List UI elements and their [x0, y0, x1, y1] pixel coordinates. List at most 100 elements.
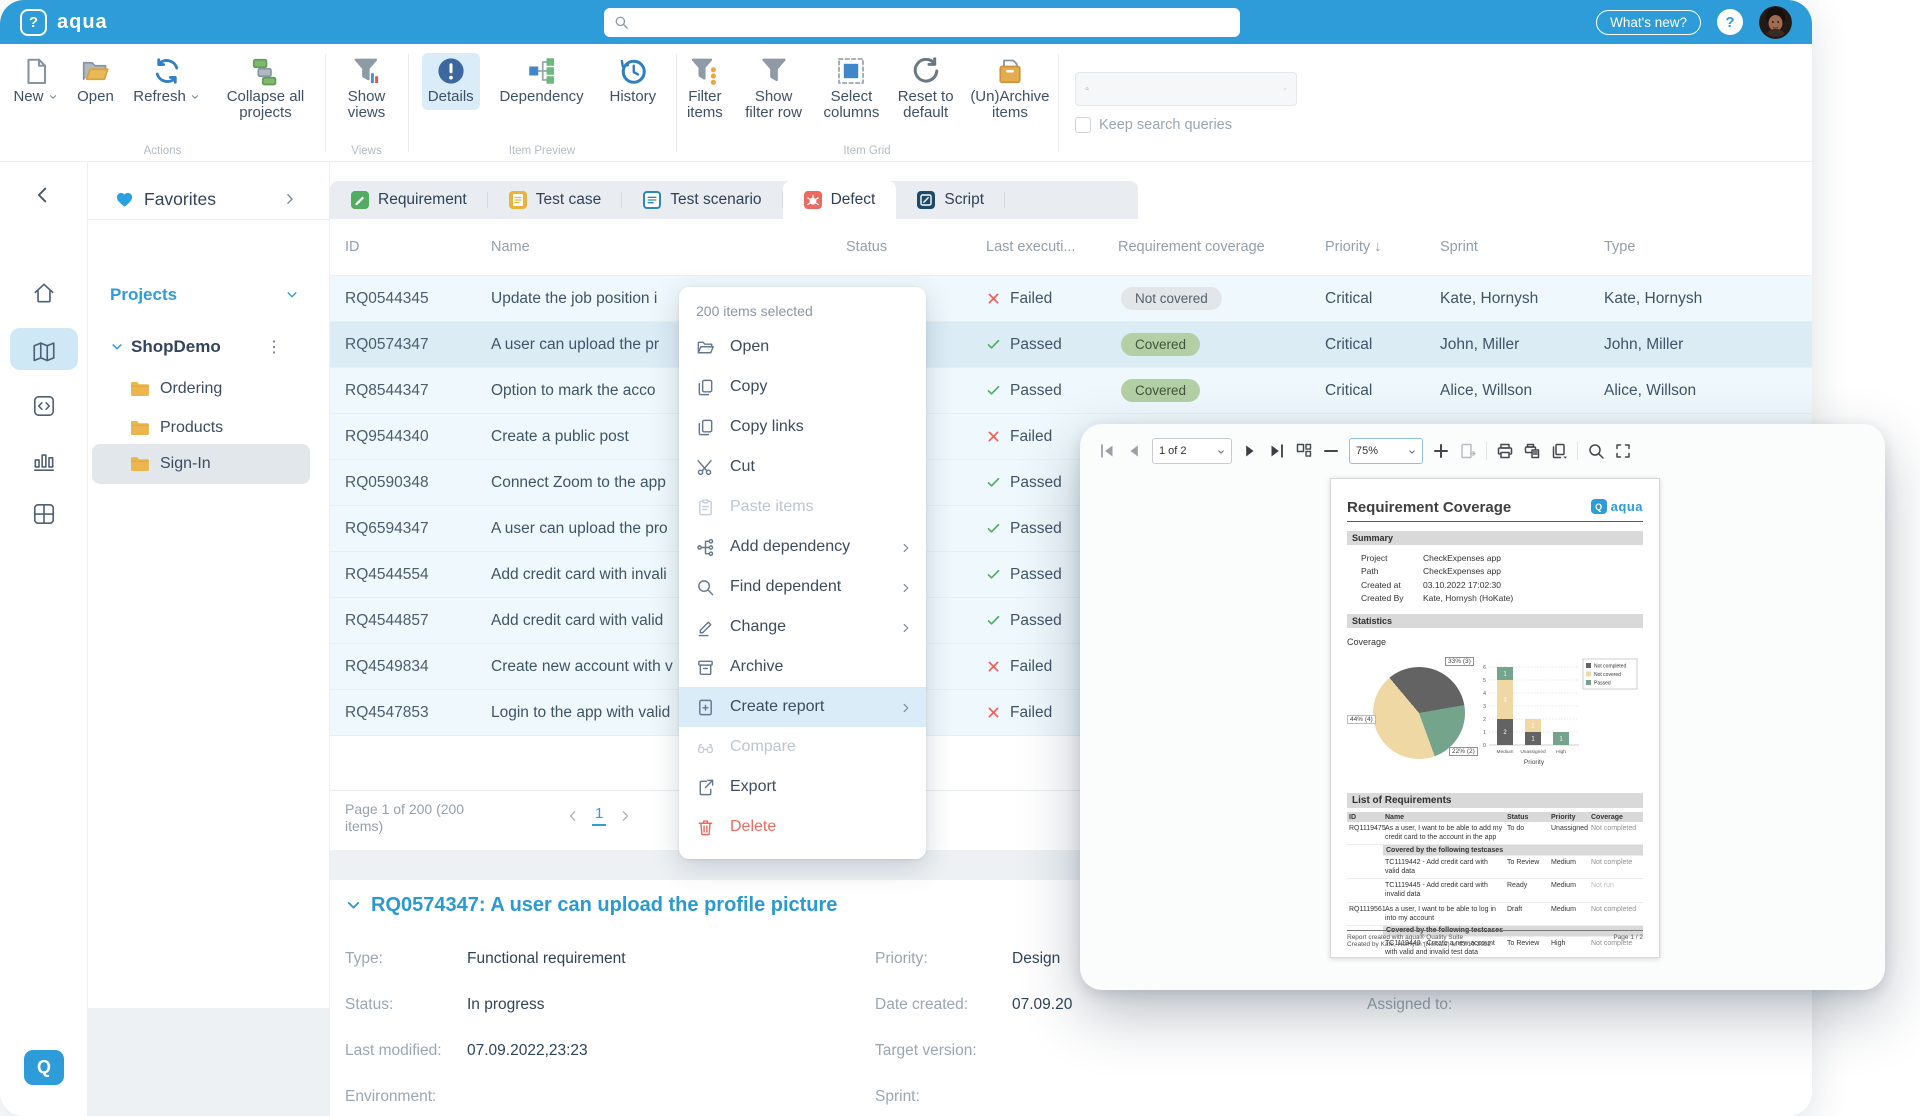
report-page-indicator: Page 1 / 2	[1613, 934, 1643, 941]
tab-test-scenario[interactable]: Test scenario	[622, 181, 783, 219]
chevron-down-icon[interactable]	[110, 340, 124, 354]
cell-sprint: Alice, Willson	[1440, 381, 1533, 399]
select-columns-icon	[836, 56, 866, 86]
table-row[interactable]: RQ8544347 Option to mark the acco Passed Co…	[330, 368, 1812, 414]
w-last-icon[interactable]	[1268, 442, 1286, 460]
column-header-type[interactable]: Type	[1604, 239, 1812, 255]
execution-result-label: Failed	[1010, 657, 1053, 675]
ribbon-item-details[interactable]: Details	[421, 53, 480, 110]
w-full-icon[interactable]	[1614, 442, 1632, 460]
rail-item-modules[interactable]	[31, 501, 57, 527]
column-header-sprint[interactable]: Sprint	[1440, 239, 1604, 255]
tab-script[interactable]: Script	[896, 181, 1005, 219]
ribbon-item-show-filter-row[interactable]: Show filter row	[734, 53, 814, 126]
menu-item-cut[interactable]: Cut	[679, 447, 926, 487]
column-header-status[interactable]: Status	[846, 239, 986, 255]
tree-node-ordering[interactable]: Ordering	[92, 369, 310, 409]
page-number[interactable]: 1	[592, 805, 607, 826]
ribbon-item-select-columns[interactable]: Select columns	[813, 53, 889, 126]
w-print-icon[interactable]	[1496, 442, 1514, 460]
rail-item-code-box[interactable]	[31, 393, 57, 419]
whats-new-button[interactable]: What's new?	[1596, 9, 1701, 35]
w-layout-icon[interactable]	[1295, 442, 1313, 460]
menu-item-archive[interactable]: Archive	[679, 647, 926, 687]
ribbon-item-history[interactable]: History	[603, 53, 662, 110]
passed-check-icon	[987, 339, 1000, 349]
tree-node-products[interactable]: Products	[92, 408, 310, 448]
w-print-page-icon[interactable]	[1523, 442, 1541, 460]
column-header-priority[interactable]: Priority ↓	[1325, 239, 1440, 255]
ribbon-item-reset-to-default[interactable]: Reset to default	[889, 53, 961, 126]
tab-defect[interactable]: Defect	[782, 181, 897, 219]
doc-band-row: Covered by the following testcases	[1383, 845, 1643, 857]
submenu-chevron-icon	[900, 541, 912, 553]
chevron-right-icon[interactable]	[283, 192, 297, 206]
column-header-last-executi[interactable]: Last executi...	[986, 239, 1118, 255]
column-header-id[interactable]: ID	[345, 239, 491, 255]
w-copy-icon[interactable]	[1550, 442, 1568, 460]
menu-item-find-dependent[interactable]: Find dependent	[679, 567, 926, 607]
column-header-name[interactable]: Name	[491, 239, 846, 255]
w-plus-icon[interactable]	[1432, 442, 1450, 460]
tab-test-case[interactable]: Test case	[488, 181, 623, 219]
w-first-icon[interactable]	[1098, 442, 1116, 460]
w-prev-icon[interactable]	[1125, 442, 1143, 460]
ribbon-item-refresh[interactable]: Refresh	[127, 53, 206, 110]
w-zoom-icon[interactable]	[1587, 442, 1605, 460]
zoom-selector[interactable]: 75%	[1349, 438, 1423, 464]
favorites-header[interactable]: Favorites	[88, 180, 329, 218]
ribbon-item-dependency[interactable]: Dependency	[493, 53, 589, 110]
detail-field-value: Design	[1012, 950, 1061, 967]
ribbon-item-new[interactable]: New	[7, 53, 63, 110]
menu-item-create-report[interactable]: Create report	[679, 687, 926, 727]
rail-item-stats[interactable]	[31, 448, 57, 474]
coverage-badge: Not covered	[1121, 287, 1222, 310]
svg-text:0: 0	[1483, 743, 1486, 749]
collapse-panel-icon[interactable]	[32, 184, 54, 206]
tab-divider	[1004, 192, 1005, 208]
query-search-input[interactable]	[1095, 81, 1277, 97]
help-button[interactable]: ?	[1717, 9, 1743, 35]
table-row[interactable]: RQ0574347 A user can upload the pr Passed C…	[330, 322, 1812, 368]
menu-item-add-dependency[interactable]: Add dependency	[679, 527, 926, 567]
tree-node-shopdemo[interactable]: ShopDemo ⋮	[92, 327, 310, 367]
menu-item-delete[interactable]: Delete	[679, 807, 926, 847]
projects-header[interactable]: Projects	[88, 276, 329, 314]
rail-item-map[interactable]	[31, 339, 57, 365]
ribbon-item-show-views[interactable]: Show views	[335, 53, 399, 126]
ribbon-item-filter-items[interactable]: Filter items	[676, 53, 734, 126]
heart-icon	[116, 192, 133, 207]
column-header-requirement-coverage[interactable]: Requirement coverage	[1118, 239, 1325, 255]
next-page-icon[interactable]	[618, 809, 632, 823]
menu-item-change[interactable]: Change	[679, 607, 926, 647]
menu-item-copy-links[interactable]: Copy links	[679, 407, 926, 447]
tree-node-sign-in[interactable]: Sign-In	[92, 444, 310, 484]
menu-item-copy[interactable]: Copy	[679, 367, 926, 407]
chevron-down-icon[interactable]	[285, 288, 299, 302]
menu-item-export[interactable]: Export	[679, 767, 926, 807]
list-section-label: List of Requirements	[1347, 793, 1643, 808]
detail-title[interactable]: RQ0574347: A user can upload the profile…	[345, 894, 837, 917]
kebab-menu-icon[interactable]: ⋮	[266, 337, 282, 357]
zoom-level: 75%	[1356, 445, 1379, 457]
tree-node-label: ShopDemo	[131, 337, 221, 356]
chevron-down-icon[interactable]	[1283, 82, 1288, 96]
ribbon-item-collapse-all-projects[interactable]: Collapse all projects	[213, 53, 317, 126]
user-avatar[interactable]	[1759, 5, 1792, 39]
menu-item-open[interactable]: Open	[679, 327, 926, 367]
page-selector[interactable]: 1 of 2	[1152, 438, 1232, 464]
global-search-input[interactable]	[637, 14, 1230, 31]
w-minus-icon[interactable]	[1322, 442, 1340, 460]
summary-key: Created at	[1361, 579, 1401, 590]
w-next-icon[interactable]	[1241, 442, 1259, 460]
test-case-icon	[508, 191, 527, 209]
rail-item-home[interactable]	[31, 280, 57, 306]
ribbon-item-un-archive-items[interactable]: (Un)Archive items	[962, 53, 1058, 126]
tab-requirement[interactable]: Requirement	[330, 181, 488, 219]
ribbon-item-open[interactable]: Open	[71, 53, 120, 110]
keep-search-queries-checkbox[interactable]	[1075, 117, 1091, 133]
global-search[interactable]	[604, 8, 1240, 37]
prev-page-icon[interactable]	[566, 809, 580, 823]
query-search-box[interactable]	[1075, 72, 1297, 106]
table-row[interactable]: RQ0544345Update the job position iNewFai…	[330, 276, 1812, 322]
